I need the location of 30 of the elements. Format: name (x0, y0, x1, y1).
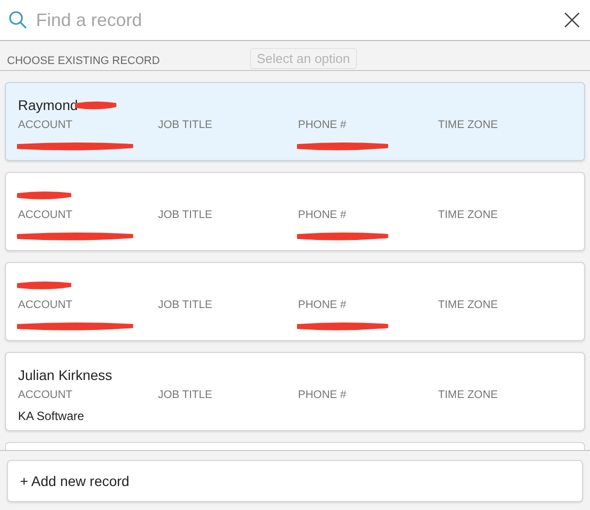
column-label: PHONE # (298, 119, 348, 131)
column-label: JOB TITLE (158, 299, 214, 311)
column-label: JOB TITLE (158, 119, 214, 131)
record-card[interactable]: Raymond ACCOUNT JOB TITLE PHONE # TIME ZONE (5, 82, 585, 161)
column-label: TIME ZONE (438, 119, 499, 131)
close-icon (564, 12, 580, 28)
column-label: ACCOUNT (18, 209, 74, 221)
record-card[interactable]: Julian Kirkness ACCOUNT JOB TITLE PHONE # TIME ZONE KA Software (5, 352, 585, 431)
add-record-button[interactable]: + Add new record (7, 460, 583, 502)
account-name: KA Software (18, 409, 84, 423)
column-label: JOB TITLE (158, 209, 214, 221)
record-card[interactable]: ACCOUNT JOB TITLE PHONE # TIME ZONE (5, 172, 585, 251)
column-label: ACCOUNT (18, 389, 74, 401)
background-select-field: Select an option (250, 48, 357, 69)
search-field[interactable]: Find a record (34, 8, 556, 32)
record-card[interactable]: ACCOUNT JOB TITLE PHONE # TIME ZONE (5, 262, 585, 341)
record-name: Raymond (18, 97, 78, 113)
close-button[interactable] (562, 10, 582, 30)
search-icon (8, 10, 28, 30)
record-name: Julian Kirkness (18, 367, 112, 383)
column-label: PHONE # (298, 389, 348, 401)
column-label: TIME ZONE (438, 389, 499, 401)
column-label: JOB TITLE (158, 389, 214, 401)
column-label: ACCOUNT (18, 299, 74, 311)
section-title: CHOOSE EXISTING RECORD (7, 55, 160, 67)
column-label: PHONE # (298, 209, 348, 221)
column-label: ACCOUNT (18, 119, 74, 131)
column-label: TIME ZONE (438, 209, 499, 221)
column-label: PHONE # (298, 299, 348, 311)
column-label: TIME ZONE (438, 299, 499, 311)
